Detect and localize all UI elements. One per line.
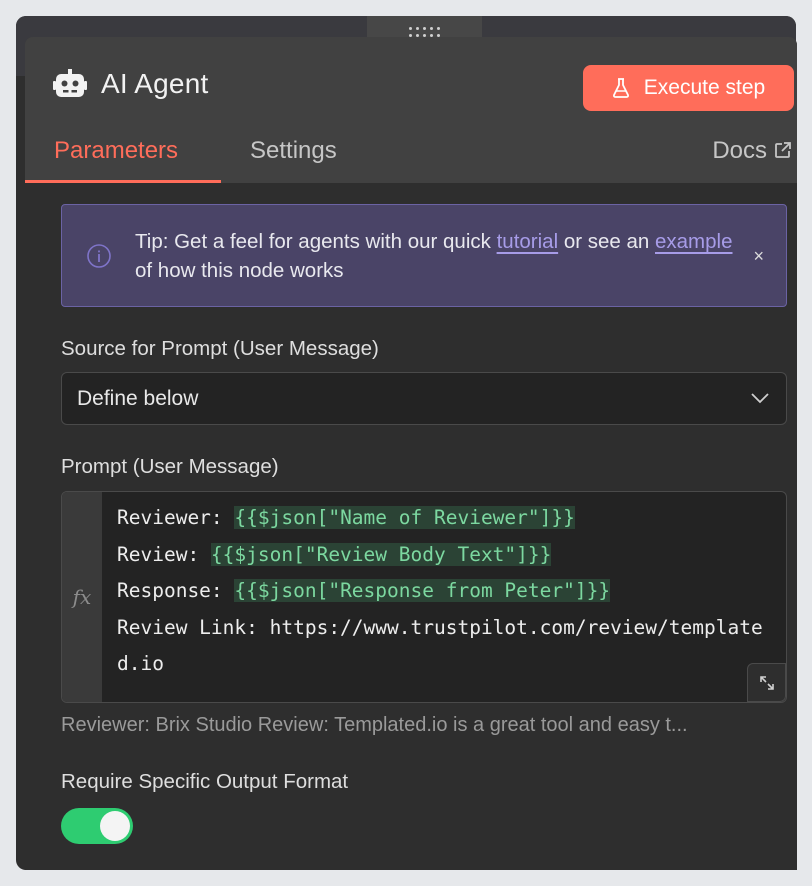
parameters-body: Tip: Get a feel for agents with our quic… (25, 183, 797, 870)
panel-header: AI Agent Execute step Parameters Setting… (25, 37, 797, 183)
node-parameters-panel: AI Agent Execute step Parameters Setting… (25, 37, 797, 870)
expression: {{$json["Name of Reviewer"]}} (234, 506, 575, 529)
info-icon (87, 244, 111, 268)
fx-icon: fx (62, 492, 102, 702)
example-link[interactable]: example (655, 230, 733, 253)
prompt-editor[interactable]: fx Reviewer: {{$json["Name of Reviewer"]… (61, 491, 787, 703)
output-format-toggle[interactable] (61, 808, 133, 844)
expression-preview: Reviewer: Brix Studio Review: Templated.… (61, 714, 688, 736)
code-line: Reviewer: {{$json["Name of Reviewer"]}} (117, 500, 777, 537)
prompt-label: Prompt (User Message) (61, 455, 279, 478)
expression: {{$json["Response from Peter"]}} (234, 579, 611, 602)
tip-suffix: of how this node works (135, 259, 344, 282)
prompt-code[interactable]: Reviewer: {{$json["Name of Reviewer"]}} R… (117, 500, 777, 683)
code-text: Review: (117, 542, 211, 566)
node-title-row: AI Agent (53, 68, 208, 100)
tip-text: Tip: Get a feel for agents with our quic… (135, 227, 735, 285)
drag-dots-icon (409, 27, 440, 37)
external-link-icon (775, 142, 791, 158)
tip-callout: Tip: Get a feel for agents with our quic… (61, 204, 787, 307)
toggle-knob (100, 811, 130, 841)
docs-label: Docs (712, 137, 767, 164)
code-text: Response: (117, 579, 235, 602)
flask-icon (612, 78, 629, 98)
tab-parameters-label: Parameters (54, 137, 179, 164)
code-line: Response: {{$json["Response from Peter"]… (117, 573, 777, 610)
docs-link[interactable]: Docs (712, 129, 793, 183)
code-line: Review: {{$json["Review Body Text"]}} (117, 537, 777, 574)
tip-middle: or see an (558, 230, 655, 253)
code-line: Review Link: https://www.trustpilot.com/… (117, 610, 777, 683)
expand-editor-button[interactable] (747, 663, 786, 702)
tab-parameters[interactable]: Parameters (25, 129, 221, 183)
expression: {{$json["Review Body Text"]}} (210, 542, 552, 566)
tab-settings-label: Settings (250, 137, 337, 164)
source-select-value: Define below (77, 386, 199, 410)
code-text: Review Link: https://www.trustpilot.com/… (117, 615, 763, 676)
execute-step-button[interactable]: Execute step (583, 65, 794, 111)
expand-icon (759, 675, 774, 690)
robot-icon (53, 69, 87, 97)
execute-step-label: Execute step (643, 76, 766, 99)
node-title[interactable]: AI Agent (101, 68, 208, 100)
panel-tabs: Parameters Settings Docs (25, 129, 797, 183)
output-format-label: Require Specific Output Format (61, 770, 349, 793)
source-label: Source for Prompt (User Message) (61, 337, 379, 360)
tip-prefix: Tip: Get a feel for agents with our quic… (135, 230, 497, 253)
tip-close-icon[interactable]: × (753, 246, 764, 267)
chevron-down-icon (751, 393, 769, 404)
source-select[interactable]: Define below (61, 372, 787, 425)
tutorial-link[interactable]: tutorial (497, 230, 559, 253)
tab-settings[interactable]: Settings (250, 129, 337, 183)
code-text: Reviewer: (117, 506, 235, 529)
